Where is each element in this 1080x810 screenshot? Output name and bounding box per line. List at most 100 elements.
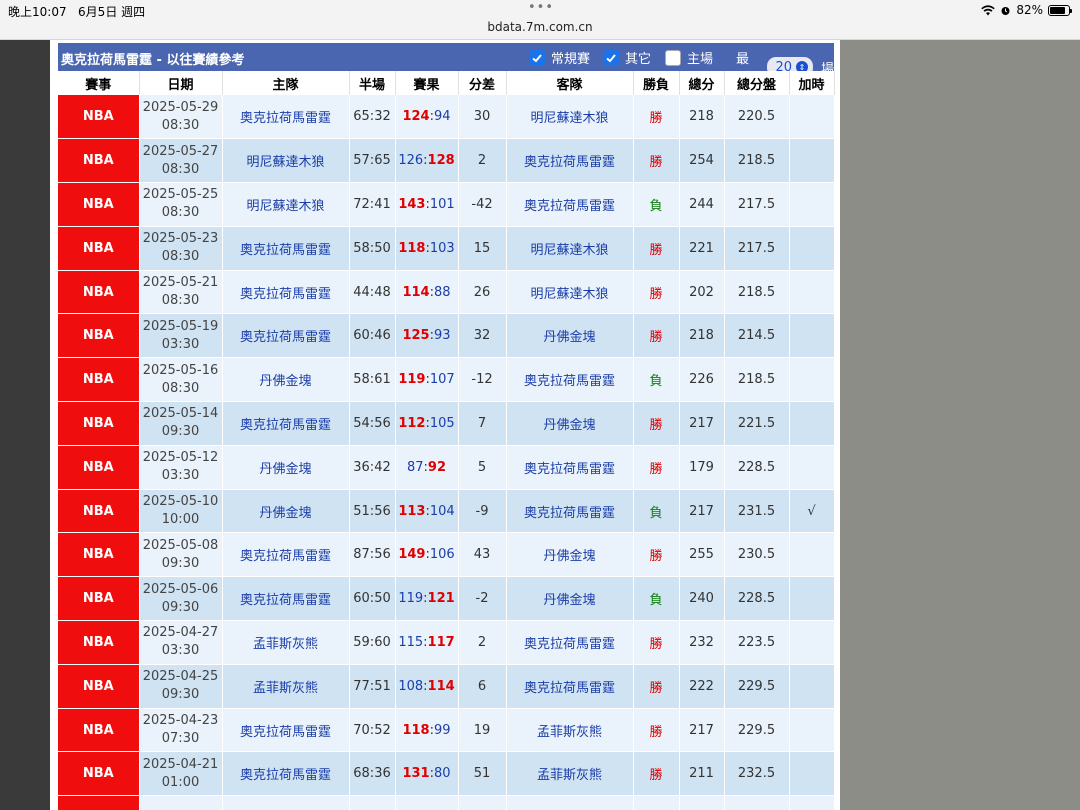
final-score-cell[interactable]: 124:94 [395,95,459,140]
league-cell[interactable]: NBA [58,182,140,227]
away-team-cell[interactable]: 明尼蘇達木狼 [506,270,634,315]
away-team-cell[interactable]: 奧克拉荷馬雷霆 [506,357,634,403]
away-team-cell[interactable] [506,795,634,810]
home-team-cell[interactable]: 明尼蘇達木狼 [222,138,350,184]
table-row[interactable]: NBA 2025-04-25 09:30 孟菲斯灰熊 77:51 108:114 6 奧克拉荷… [58,664,835,709]
away-team-cell[interactable]: 丹佛金塊 [506,532,634,578]
league-cell[interactable]: NBA [58,226,140,271]
league-cell[interactable]: NBA [58,795,140,810]
table-row[interactable]: NBA 2025-05-16 08:30 丹佛金塊 58:61 119:107 -12 奧克拉… [58,357,835,403]
home-team-cell[interactable]: 奧克拉荷馬雷霆 [222,708,350,753]
league-cell[interactable]: NBA [58,620,140,665]
away-team-cell[interactable]: 奧克拉荷馬雷霆 [506,664,634,709]
final-score-cell[interactable]: 114:88 [395,270,459,315]
league-cell[interactable]: NBA [58,270,140,315]
final-score-cell[interactable]: 126:128 [395,138,459,184]
league-cell[interactable]: NBA [58,95,140,140]
away-team-cell[interactable]: 丹佛金塊 [506,401,634,446]
league-cell[interactable]: NBA [58,138,140,184]
table-row[interactable]: NBA 2025-05-06 09:30 奧克拉荷馬雷霆 60:50 119:121 -2 丹… [58,576,835,622]
table-row[interactable]: NBA 2025-05-19 03:30 奧克拉荷馬雷霆 60:46 125:93 32 丹佛… [58,313,835,359]
table-row[interactable]: NBA 2025-05-12 03:30 丹佛金塊 36:42 87:92 5 奧克拉荷馬雷霆… [58,445,835,490]
home-team-cell[interactable]: 丹佛金塊 [222,445,350,490]
final-score-cell[interactable]: 118:99 [395,708,459,753]
home-team-cell[interactable]: 奧克拉荷馬雷霆 [222,226,350,271]
away-team-cell[interactable]: 奧克拉荷馬雷霆 [506,138,634,184]
home-team-cell[interactable]: 明尼蘇達木狼 [222,182,350,227]
final-score-cell[interactable]: 119:107 [395,357,459,403]
diff-cell: -42 [458,182,507,227]
away-team-cell[interactable]: 孟菲斯灰熊 [506,751,634,797]
regular-season-filter[interactable]: 常規賽 [529,48,590,67]
league-cell[interactable]: NBA [58,664,140,709]
final-score-cell[interactable] [395,795,459,810]
away-team-cell[interactable]: 明尼蘇達木狼 [506,226,634,271]
home-team-cell[interactable]: 丹佛金塊 [222,357,350,403]
league-cell[interactable]: NBA [58,576,140,622]
away-team-cell[interactable]: 明尼蘇達木狼 [506,95,634,140]
league-cell[interactable]: NBA [58,532,140,578]
league-cell[interactable]: NBA [58,445,140,490]
league-cell[interactable]: NBA [58,489,140,534]
home-team-cell[interactable]: 奧克拉荷馬雷霆 [222,270,350,315]
final-score-cell[interactable]: 149:106 [395,532,459,578]
table-row[interactable]: NBA 2025-05-23 08:30 奧克拉荷馬雷霆 58:50 118:103 15 明… [58,226,835,271]
overtime-cell [789,270,835,315]
match-time: 08:30 [161,161,200,177]
table-row[interactable]: NBA 2025-05-14 09:30 奧克拉荷馬雷霆 54:56 112:105 7 丹佛… [58,401,835,446]
league-cell[interactable]: NBA [58,751,140,797]
away-team-cell[interactable]: 奧克拉荷馬雷霆 [506,182,634,227]
table-row[interactable]: NBA 2025-05-29 08:30 奧克拉荷馬雷霆 65:32 124:94 30 明尼… [58,95,835,140]
table-row[interactable]: NBA 2025-05-08 09:30 奧克拉荷馬雷霆 87:56 149:106 43 丹… [58,532,835,578]
away-team-cell[interactable]: 孟菲斯灰熊 [506,708,634,753]
league-cell[interactable]: NBA [58,401,140,446]
final-score-cell[interactable]: 115:117 [395,620,459,665]
home-team-cell[interactable]: 奧克拉荷馬雷霆 [222,532,350,578]
home-team-cell[interactable] [222,795,350,810]
table-row[interactable]: NBA 2025-05-21 08:30 奧克拉荷馬雷霆 44:48 114:88 26 明尼… [58,270,835,315]
final-score-cell[interactable]: 131:80 [395,751,459,797]
date-cell: 2025-05-21 08:30 [139,270,223,315]
table-row[interactable]: NBA 2025-05-27 08:30 明尼蘇達木狼 57:65 126:128 2 奧克拉… [58,138,835,184]
league-cell[interactable]: NBA [58,357,140,403]
table-row[interactable]: NBA 2025-05-25 08:30 明尼蘇達木狼 72:41 143:101 -42 奧… [58,182,835,227]
league-cell[interactable]: NBA [58,708,140,753]
away-team-cell[interactable]: 奧克拉荷馬雷霆 [506,620,634,665]
final-score-cell[interactable]: 143:101 [395,182,459,227]
other-filter[interactable]: 其它 [603,48,651,67]
regular-checkbox-checked-icon[interactable] [529,49,545,66]
home-team-cell[interactable]: 孟菲斯灰熊 [222,620,350,665]
away-team-cell[interactable]: 丹佛金塊 [506,313,634,359]
home-team-cell[interactable]: 奧克拉荷馬雷霆 [222,751,350,797]
home-filter[interactable]: 主場 [665,48,713,67]
table-row[interactable]: NBA 2025-04-21 01:00 奧克拉荷馬雷霆 68:36 131:80 51 孟菲… [58,751,835,797]
final-score-cell[interactable]: 87:92 [395,445,459,490]
home-team-cell[interactable]: 奧克拉荷馬雷霆 [222,576,350,622]
table-row[interactable]: NBA 2025-04-27 03:30 孟菲斯灰熊 59:60 115:117 2 奧克拉荷… [58,620,835,665]
table-row[interactable]: NBA 2025-05-10 10:00 丹佛金塊 51:56 113:104 -9 奧克拉荷… [58,489,835,534]
home-team-cell[interactable]: 孟菲斯灰熊 [222,664,350,709]
away-team-cell[interactable]: 丹佛金塊 [506,576,634,622]
home-team-cell[interactable]: 奧克拉荷馬雷霆 [222,401,350,446]
other-checkbox-checked-icon[interactable] [603,49,619,66]
final-score-cell[interactable]: 108:114 [395,664,459,709]
final-score-cell[interactable]: 125:93 [395,313,459,359]
result-cell: 勝 [633,95,680,140]
final-score-cell[interactable]: 112:105 [395,401,459,446]
home-team-cell[interactable]: 奧克拉荷馬雷霆 [222,313,350,359]
away-team-cell[interactable]: 奧克拉荷馬雷霆 [506,489,634,534]
away-team-cell[interactable]: 奧克拉荷馬雷霆 [506,445,634,490]
home-checkbox-unchecked-icon[interactable] [665,49,681,66]
table-row[interactable]: NBA 2025-04-23 07:30 奧克拉荷馬雷霆 70:52 118:99 19 孟菲… [58,708,835,753]
table-row[interactable]: NBA2025-04-14 [58,795,835,810]
overtime-cell [789,708,835,753]
home-team-cell[interactable]: 奧克拉荷馬雷霆 [222,95,350,140]
final-score-cell[interactable]: 119:121 [395,576,459,622]
final-score-cell[interactable]: 113:104 [395,489,459,534]
date-cell: 2025-05-08 09:30 [139,532,223,578]
tab-dots-icon[interactable]: ••• [528,0,554,15]
final-score-cell[interactable]: 118:103 [395,226,459,271]
league-cell[interactable]: NBA [58,313,140,359]
url-bar[interactable]: bdata.7m.com.cn [0,20,1080,34]
home-team-cell[interactable]: 丹佛金塊 [222,489,350,534]
